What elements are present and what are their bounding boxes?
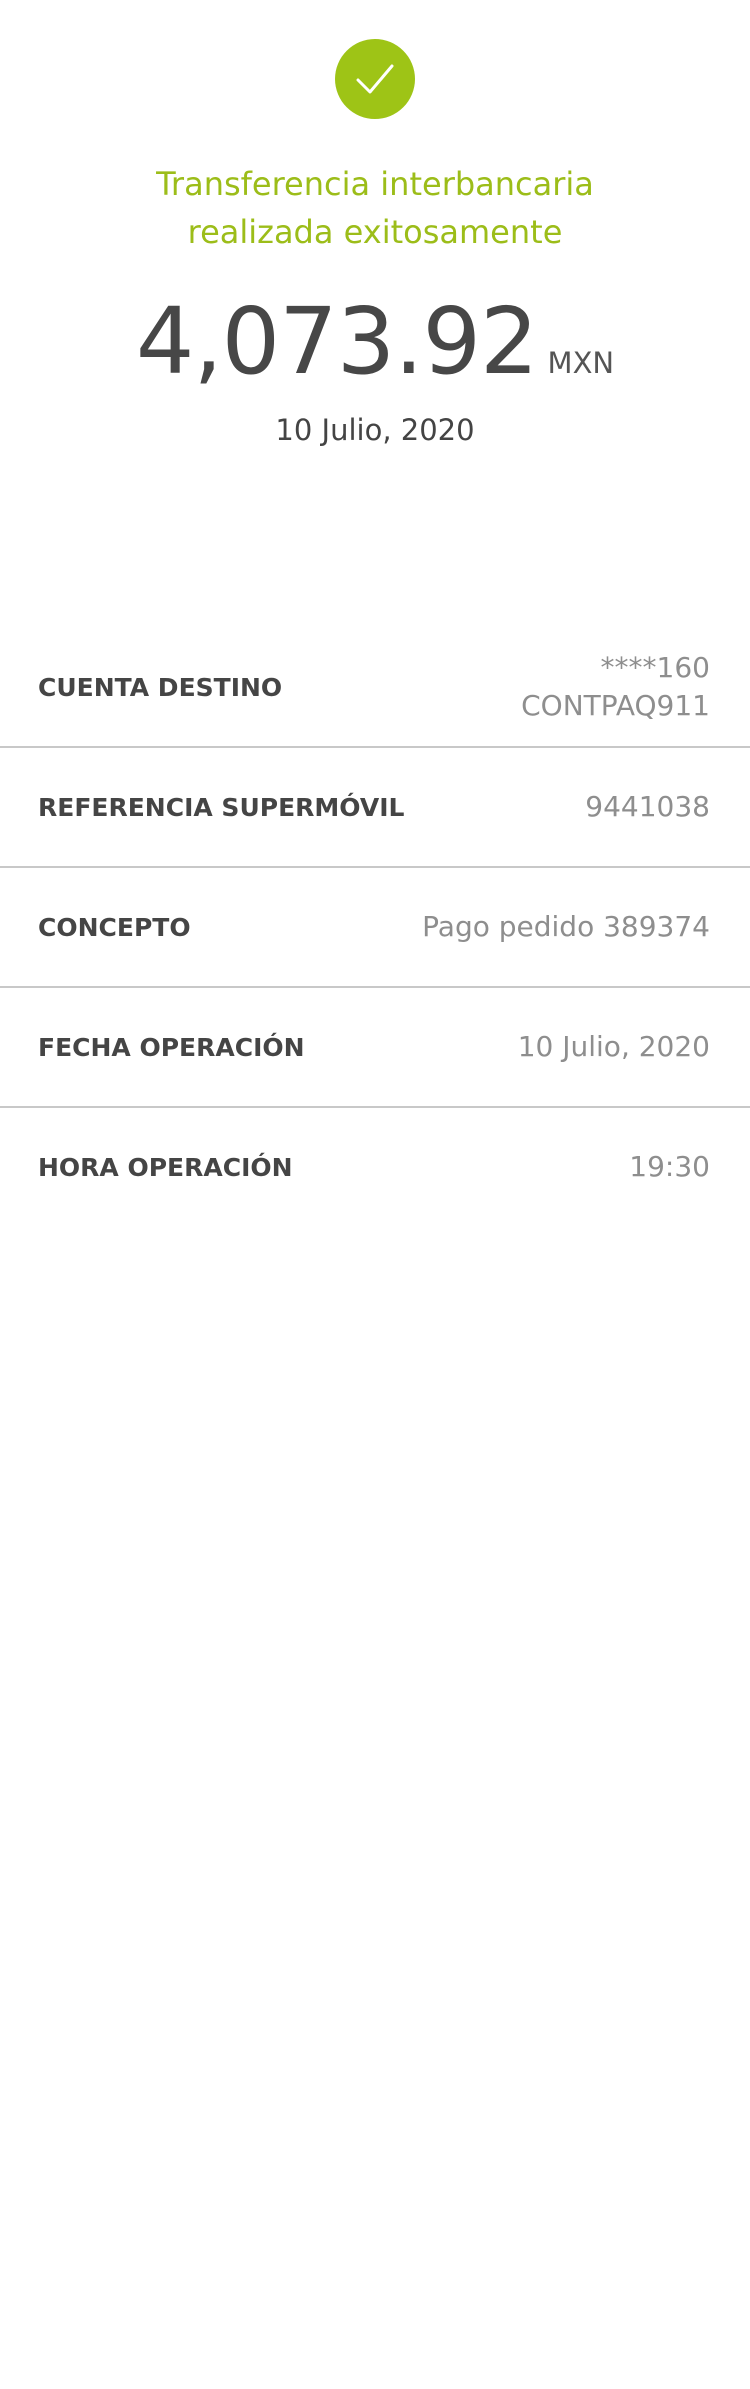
- amount: 4,073.92 MXN: [0, 287, 750, 397]
- detail-value: 19:30: [629, 1150, 710, 1183]
- detail-value: Pago pedido 389374: [422, 910, 710, 943]
- transfer-details: CUENTA DESTINO ****160 CONTPAQ911 REFERE…: [0, 628, 750, 1228]
- detail-label: FECHA OPERACIÓN: [38, 1032, 305, 1062]
- destination-account-name: CONTPAQ911: [521, 689, 710, 722]
- amount-currency: MXN: [547, 346, 615, 380]
- success-title-line1: Transferencia interbancaria: [156, 165, 594, 203]
- checkmark-icon: [356, 64, 394, 94]
- success-title: Transferencia interbancaria realizada ex…: [0, 160, 750, 256]
- detail-row-hora-operacion: HORA OPERACIÓN 19:30: [0, 1108, 750, 1228]
- detail-label: CUENTA DESTINO: [38, 672, 283, 702]
- success-checkmark-icon: [335, 39, 415, 119]
- transfer-date: 10 Julio, 2020: [275, 413, 475, 447]
- detail-label: REFERENCIA SUPERMÓVIL: [38, 792, 405, 822]
- detail-value: ****160 CONTPAQ911: [521, 628, 710, 746]
- destination-account-number: ****160: [600, 651, 710, 684]
- detail-label: HORA OPERACIÓN: [38, 1152, 293, 1182]
- detail-label: CONCEPTO: [38, 912, 191, 942]
- success-title-line2: realizada exitosamente: [187, 213, 563, 251]
- detail-value: 9441038: [585, 790, 710, 823]
- detail-row-cuenta-destino: CUENTA DESTINO ****160 CONTPAQ911: [0, 628, 750, 748]
- detail-row-referencia: REFERENCIA SUPERMÓVIL 9441038: [0, 748, 750, 868]
- detail-value: 10 Julio, 2020: [517, 1030, 710, 1063]
- detail-row-concepto: CONCEPTO Pago pedido 389374: [0, 868, 750, 988]
- amount-value: 4,073.92: [135, 288, 539, 395]
- detail-row-fecha-operacion: FECHA OPERACIÓN 10 Julio, 2020: [0, 988, 750, 1108]
